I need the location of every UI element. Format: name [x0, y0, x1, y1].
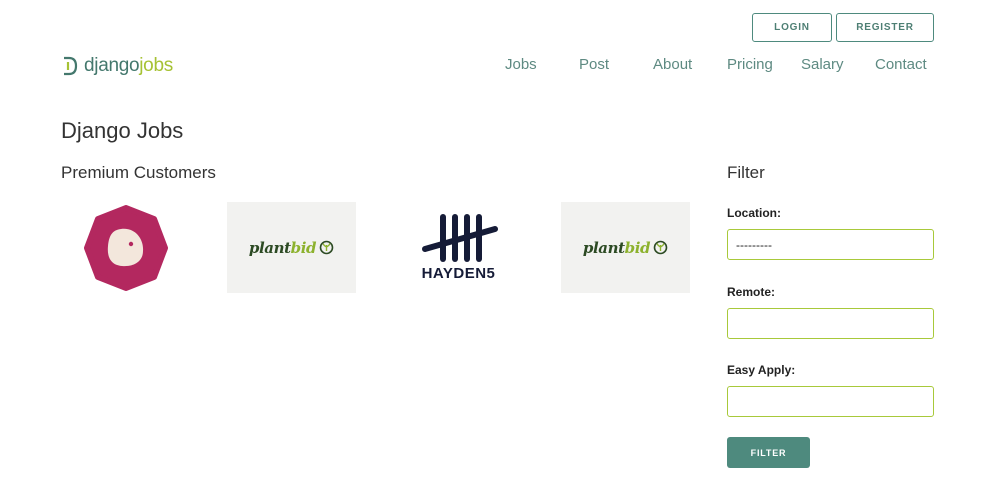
main-nav: Jobs Post About Pricing Salary Contact: [0, 56, 1000, 76]
filter-heading: Filter: [727, 163, 765, 182]
nav-pricing[interactable]: Pricing: [727, 56, 773, 73]
plantbid-logo: plant bid: [249, 239, 334, 257]
login-button[interactable]: LOGIN: [752, 13, 832, 42]
page-title: Django Jobs: [61, 118, 184, 143]
location-label: Location:: [727, 206, 781, 220]
customer-tile-4[interactable]: plant bid: [561, 202, 690, 293]
remote-label: Remote:: [727, 285, 776, 299]
premium-customers-heading: Premium Customers: [61, 163, 216, 182]
hayden5-logo: HAYDEN5: [419, 213, 499, 282]
nav-about[interactable]: About: [653, 56, 692, 73]
remote-select[interactable]: [727, 308, 934, 339]
plant-pot-icon: [319, 240, 334, 255]
octagon-logo-icon: [83, 204, 168, 291]
filter-button[interactable]: FILTER: [727, 437, 810, 468]
customer-tile-2[interactable]: plant bid: [227, 202, 356, 293]
customer-tile-1[interactable]: [61, 202, 190, 293]
customer-tile-3[interactable]: HAYDEN5: [394, 202, 523, 293]
nav-contact[interactable]: Contact: [875, 56, 927, 73]
nav-jobs[interactable]: Jobs: [505, 56, 537, 73]
location-select[interactable]: ---------: [727, 229, 934, 260]
nav-post[interactable]: Post: [579, 56, 609, 73]
auth-buttons: LOGIN REGISTER: [752, 13, 934, 42]
nav-salary[interactable]: Salary: [801, 56, 844, 73]
register-button[interactable]: REGISTER: [836, 13, 934, 42]
tally-marks-icon: [421, 214, 498, 262]
easy-apply-select[interactable]: [727, 386, 934, 417]
plantbid-logo: plant bid: [583, 239, 668, 257]
easy-apply-label: Easy Apply:: [727, 363, 796, 377]
plant-pot-icon: [653, 240, 668, 255]
